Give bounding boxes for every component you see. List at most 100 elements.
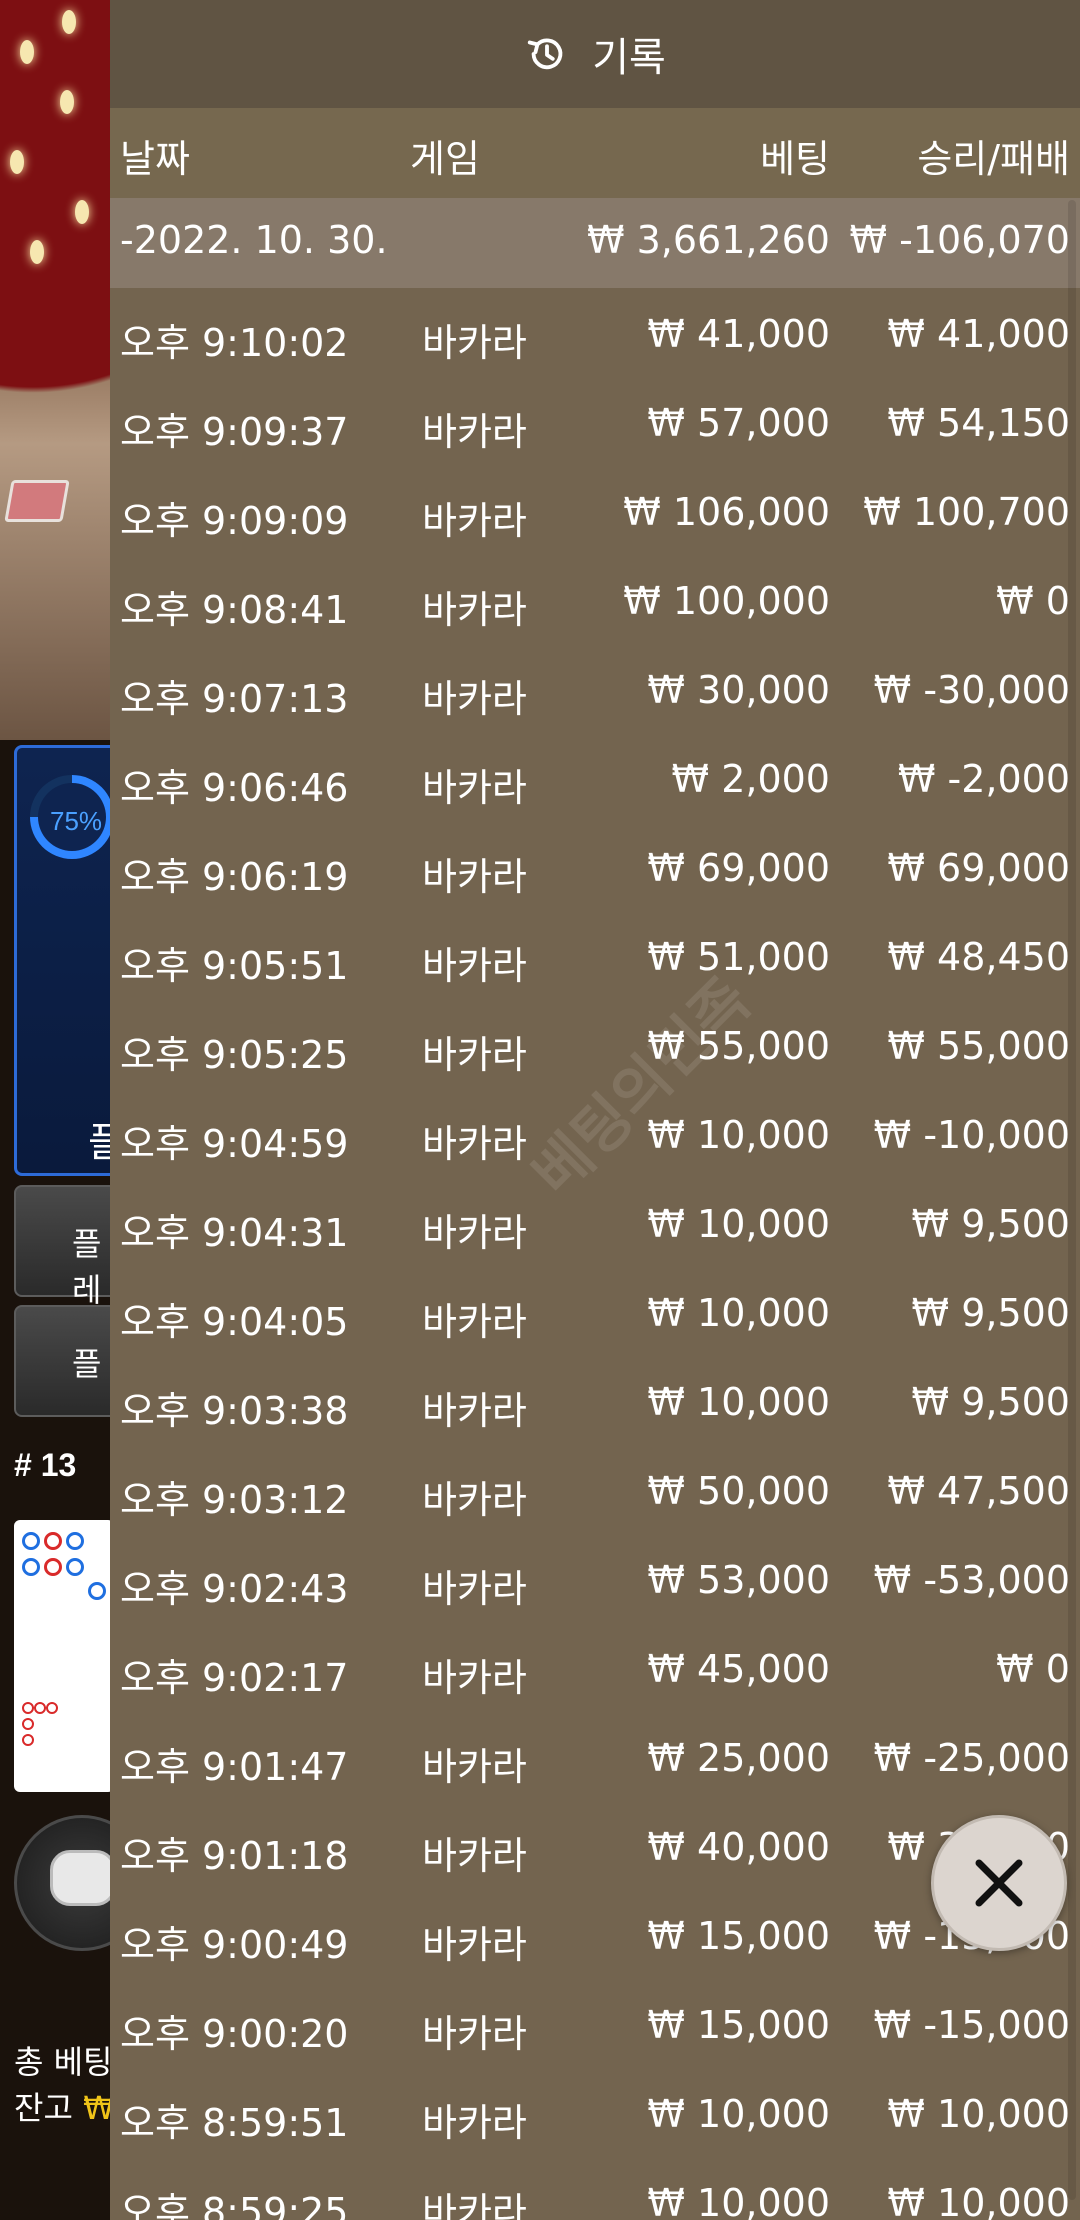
row-bet: ₩ 10,000 <box>647 1291 830 1335</box>
row-game: 바카라 <box>422 1211 527 1255</box>
row-time: 오후 9:02:43 <box>120 1567 349 1611</box>
history-header: 기록 <box>110 0 1080 108</box>
row-time: 오후 9:07:13 <box>120 677 349 721</box>
row-game: 바카라 <box>422 766 527 810</box>
history-row[interactable]: 오후 9:07:13 바카라 ₩ 30,000 ₩ -30,000 <box>110 650 1080 739</box>
row-game: 바카라 <box>422 944 527 988</box>
round-number: # 13 <box>14 1447 77 1483</box>
row-result: ₩ 55,000 <box>887 1024 1070 1068</box>
row-time: 오후 8:59:25 <box>120 2190 349 2220</box>
column-date: 날짜 <box>120 137 190 181</box>
row-game: 바카라 <box>422 1389 527 1433</box>
history-row[interactable]: 오후 9:01:47 바카라 ₩ 25,000 ₩ -25,000 <box>110 1718 1080 1807</box>
row-bet: ₩ 10,000 <box>647 2092 830 2136</box>
history-row[interactable]: 오후 9:03:12 바카라 ₩ 50,000 ₩ 47,500 <box>110 1451 1080 1540</box>
row-result: ₩ 10,000 <box>887 2181 1070 2220</box>
row-game: 바카라 <box>422 1122 527 1166</box>
history-row[interactable]: 오후 9:02:43 바카라 ₩ 53,000 ₩ -53,000 <box>110 1540 1080 1629</box>
row-bet: ₩ 69,000 <box>647 846 830 890</box>
row-result: ₩ -53,000 <box>873 1558 1070 1602</box>
row-game: 바카라 <box>422 588 527 632</box>
row-game: 바카라 <box>422 1745 527 1789</box>
bead-road-map[interactable] <box>14 1520 114 1792</box>
history-row[interactable]: 오후 9:09:09 바카라 ₩ 106,000 ₩ 100,700 <box>110 472 1080 561</box>
column-result: 승리/패배 <box>917 137 1070 181</box>
history-row[interactable]: 오후 9:09:37 바카라 ₩ 57,000 ₩ 54,150 <box>110 383 1080 472</box>
row-game: 바카라 <box>422 677 527 721</box>
date-group-row[interactable]: -2022. 10. 30. ₩ 3,661,260 ₩ -106,070 <box>110 198 1080 288</box>
row-game: 바카라 <box>422 2190 527 2220</box>
row-bet: ₩ 10,000 <box>647 1202 830 1246</box>
row-bet: ₩ 106,000 <box>623 490 830 534</box>
row-result: ₩ 0 <box>996 579 1070 623</box>
history-row[interactable]: 오후 9:00:49바카라₩ 15,000₩ -15,000 <box>110 1896 1080 1985</box>
row-time: 오후 8:59:51 <box>120 2101 349 2145</box>
date-group-total-bet: ₩ 3,661,260 <box>586 218 830 262</box>
row-result: ₩ -30,000 <box>873 668 1070 712</box>
history-row[interactable]: 오후 9:02:17 바카라 ₩ 45,000 ₩ 0 <box>110 1629 1080 1718</box>
row-result: ₩ -25,000 <box>873 1736 1070 1780</box>
history-row[interactable]: 오후 9:10:02 바카라 ₩ 41,000 ₩ 41,000 <box>110 294 1080 383</box>
row-game: 바카라 <box>422 855 527 899</box>
history-scrollbar[interactable] <box>1068 200 1076 2200</box>
row-bet: ₩ 15,000 <box>647 2003 830 2047</box>
date-group-total-result: ₩ -106,070 <box>849 218 1070 262</box>
row-bet: ₩ 2,000 <box>671 757 830 801</box>
row-time: 오후 9:09:09 <box>120 499 349 543</box>
history-row[interactable]: 오후 9:03:38 바카라 ₩ 10,000 ₩ 9,500 <box>110 1362 1080 1451</box>
history-row[interactable]: 오후 9:04:05 바카라 ₩ 10,000 ₩ 9,500 <box>110 1273 1080 1362</box>
history-row[interactable]: 오후 9:08:41 바카라 ₩ 100,000 ₩ 0 <box>110 561 1080 650</box>
row-result: ₩ -10,000 <box>873 1113 1070 1157</box>
row-time: 오후 9:04:31 <box>120 1211 349 1255</box>
row-game: 바카라 <box>422 499 527 543</box>
row-time: 오후 9:01:47 <box>120 1745 349 1789</box>
balance-label: 잔고 ₩ <box>14 2089 115 2127</box>
row-bet: ₩ 55,000 <box>647 1024 830 1068</box>
row-bet: ₩ 10,000 <box>647 1380 830 1424</box>
row-game: 바카라 <box>422 1656 527 1700</box>
row-result: ₩ 9,500 <box>911 1291 1070 1335</box>
close-button[interactable] <box>931 1815 1067 1951</box>
row-result: ₩ 41,000 <box>887 312 1070 356</box>
card-shoe <box>4 480 70 522</box>
history-row[interactable]: 오후 9:04:59 바카라 ₩ 10,000 ₩ -10,000 <box>110 1095 1080 1184</box>
history-title: 기록 <box>592 35 666 81</box>
history-row[interactable]: 오후 8:59:25 바카라 ₩ 10,000 ₩ 10,000 <box>110 2163 1080 2220</box>
row-result: ₩ 47,500 <box>887 1469 1070 1513</box>
history-row[interactable]: 오후 9:05:51 바카라 ₩ 51,000 ₩ 48,450 <box>110 917 1080 1006</box>
row-time: 오후 9:00:49 <box>120 1923 349 1967</box>
row-bet: ₩ 57,000 <box>647 401 830 445</box>
row-result: ₩ 10,000 <box>887 2092 1070 2136</box>
row-bet: ₩ 15,000 <box>647 1914 830 1958</box>
history-row[interactable]: 오후 9:00:20 바카라 ₩ 15,000 ₩ -15,000 <box>110 1985 1080 2074</box>
row-time: 오후 9:04:59 <box>120 1122 349 1166</box>
row-game: 바카라 <box>422 2101 527 2145</box>
history-clock-icon <box>528 38 563 70</box>
row-time: 오후 9:05:51 <box>120 944 349 988</box>
row-bet: ₩ 53,000 <box>647 1558 830 1602</box>
column-game: 게임 <box>410 137 480 181</box>
row-bet: ₩ 25,000 <box>647 1736 830 1780</box>
row-bet: ₩ 40,000 <box>647 1825 830 1869</box>
row-game: 바카라 <box>422 2012 527 2056</box>
row-game: 바카라 <box>422 1033 527 1077</box>
history-row[interactable]: 오후 8:59:51 바카라 ₩ 10,000 ₩ 10,000 <box>110 2074 1080 2163</box>
history-row[interactable]: 오후 9:06:19 바카라 ₩ 69,000 ₩ 69,000 <box>110 828 1080 917</box>
row-result: ₩ 9,500 <box>911 1380 1070 1424</box>
history-row[interactable]: 오후 9:06:46 바카라 ₩ 2,000 ₩ -2,000 <box>110 739 1080 828</box>
dealer-table-scene <box>0 0 110 740</box>
history-column-header: 날짜 게임 베팅 승리/패배 <box>110 108 1080 198</box>
history-row[interactable]: 오후 9:05:25 바카라 ₩ 55,000 ₩ 55,000 <box>110 1006 1080 1095</box>
row-game: 바카라 <box>422 1834 527 1878</box>
row-time: 오후 9:06:46 <box>120 766 349 810</box>
row-result: ₩ -15,000 <box>873 2003 1070 2047</box>
row-time: 오후 9:06:19 <box>120 855 349 899</box>
row-bet: ₩ 10,000 <box>647 1113 830 1157</box>
row-game: 바카라 <box>422 1923 527 1967</box>
row-time: 오후 9:08:41 <box>120 588 349 632</box>
row-bet: ₩ 100,000 <box>623 579 830 623</box>
row-bet: ₩ 30,000 <box>647 668 830 712</box>
row-game: 바카라 <box>422 1567 527 1611</box>
history-row[interactable]: 오후 9:04:31 바카라 ₩ 10,000 ₩ 9,500 <box>110 1184 1080 1273</box>
row-time: 오후 9:09:37 <box>120 410 349 454</box>
